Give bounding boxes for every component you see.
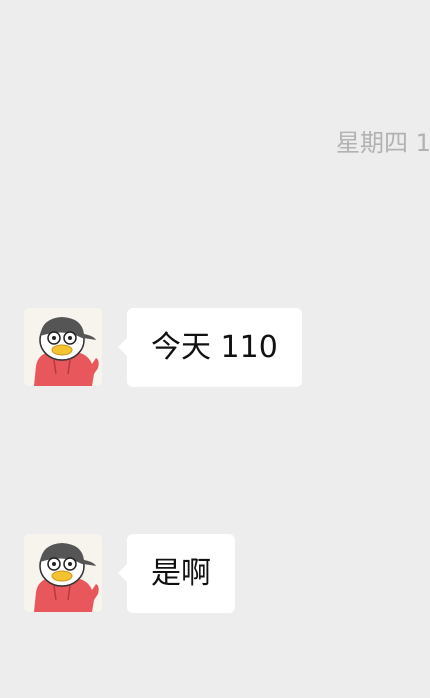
duck-avatar-icon[interactable]: [24, 308, 102, 386]
duck-avatar-icon[interactable]: [24, 534, 102, 612]
chat-area: 星期四 1 今天 110 是啊: [0, 0, 430, 698]
message-text: 今天 110: [151, 329, 278, 365]
timestamp: 星期四 1: [336, 129, 430, 157]
message-text: 是啊: [151, 555, 211, 591]
message-bubble[interactable]: 今天 110: [118, 308, 302, 387]
message-bubble[interactable]: 是啊: [118, 534, 235, 613]
